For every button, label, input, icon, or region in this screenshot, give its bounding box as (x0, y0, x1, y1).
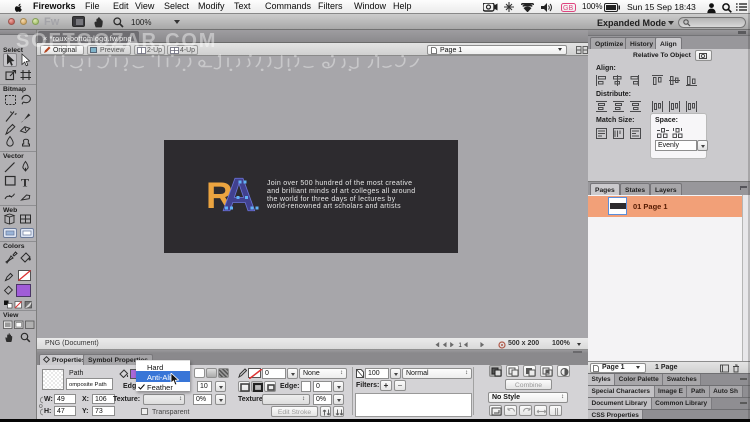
svg-text:1: 1 (458, 342, 462, 347)
svg-text:A: A (222, 174, 256, 216)
svg-text:T: T (21, 176, 29, 190)
svg-text:GB: GB (563, 5, 573, 12)
